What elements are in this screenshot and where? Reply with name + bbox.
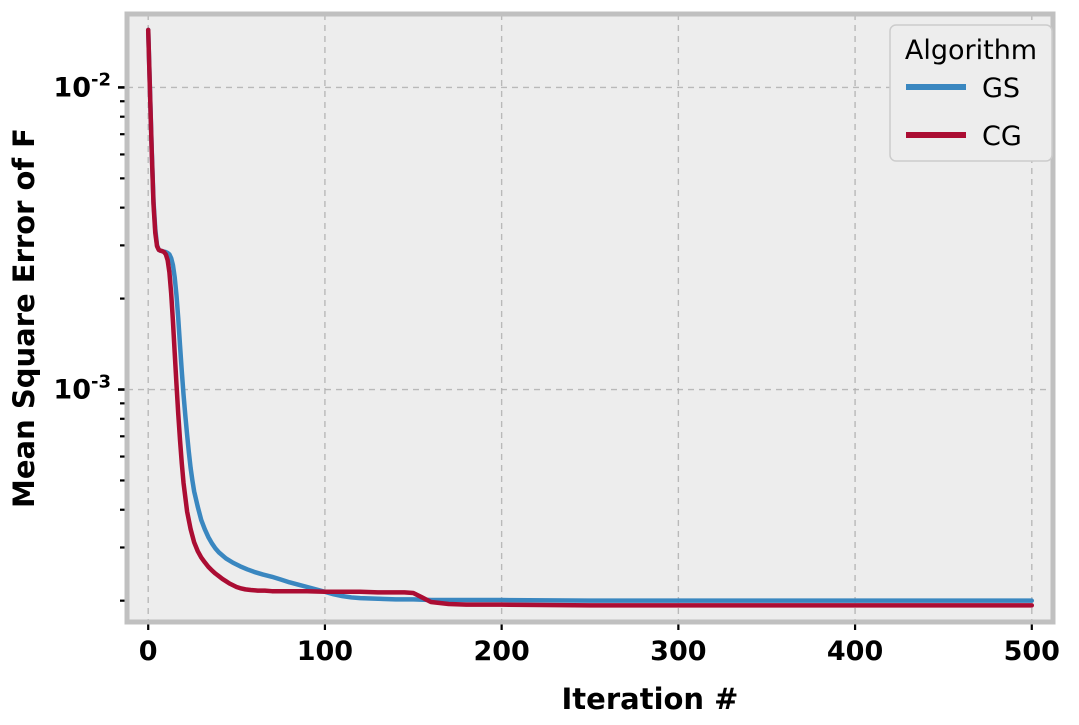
x-tick-label: 200 xyxy=(473,636,529,667)
x-tick-label: 500 xyxy=(1004,636,1060,667)
mse-convergence-line-chart: 0 100 200 300 400 50010-210-3Iteration #Mean … xyxy=(0,0,1079,725)
legend-label-cg[interactable]: CG xyxy=(982,121,1022,152)
y-axis-title: Mean Square Error of F xyxy=(7,128,41,508)
x-tick-label: 100 xyxy=(297,636,353,667)
chart-figure: 0 100 200 300 400 500 10-2 10-3 Iteration # Mean … xyxy=(0,0,1079,725)
legend[interactable]: Algorithm GS CG xyxy=(889,24,1053,162)
legend-label-gs[interactable]: GS xyxy=(982,73,1020,104)
x-tick-label: 0 xyxy=(139,636,158,667)
x-axis-title: Iteration # xyxy=(562,682,739,716)
legend-title: Algorithm xyxy=(905,35,1037,66)
x-tick-label: 300 xyxy=(650,636,706,667)
x-tick-label: 400 xyxy=(827,636,883,667)
